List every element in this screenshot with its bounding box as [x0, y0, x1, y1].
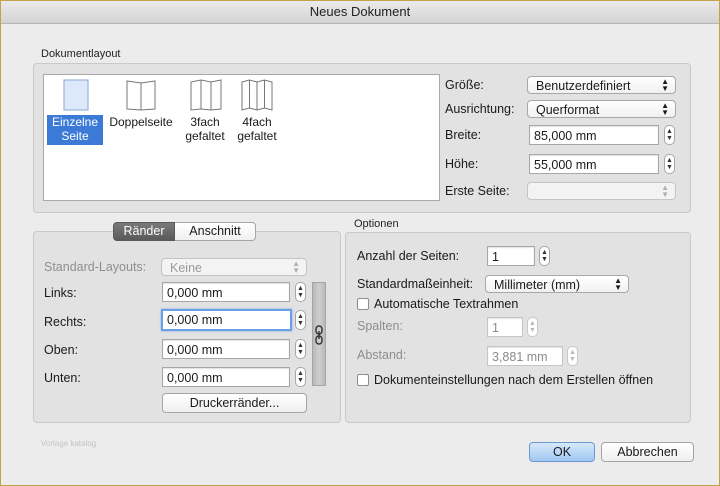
- tab-margins[interactable]: Ränder: [113, 222, 175, 241]
- chain-link-icon: [314, 325, 324, 348]
- unit-select-value: Millimeter (mm): [494, 278, 581, 292]
- columns-input[interactable]: 1: [487, 317, 523, 337]
- size-select[interactable]: Benutzerdefiniert ▲ ▼: [527, 76, 676, 94]
- updown-arrows-icon: ▲ ▼: [292, 259, 300, 275]
- right-margin-stepper[interactable]: ▲ ▼: [295, 310, 306, 330]
- page-count-label: Anzahl der Seiten:: [357, 249, 460, 263]
- page-count-stepper[interactable]: ▲ ▼: [539, 246, 550, 266]
- updown-arrows-icon: ▲ ▼: [614, 276, 622, 292]
- right-margin-label: Rechts:: [44, 315, 87, 329]
- layout-label-line2: Seite: [61, 129, 89, 143]
- layout-item-double-page[interactable]: Doppelseite: [106, 79, 176, 145]
- window-title: Neues Dokument: [1, 1, 719, 24]
- spacing-label: Abstand:: [357, 348, 407, 362]
- bottom-margin-input[interactable]: 0,000 mm: [162, 367, 290, 387]
- spacing-stepper[interactable]: ▲ ▼: [567, 346, 578, 366]
- dialog-window: Neues Dokument Dokumentlayout Einzelne S…: [0, 0, 720, 486]
- layout-label-line2: gefaltet: [237, 129, 277, 143]
- layout-label-line1: Einzelne: [51, 115, 99, 129]
- layout-label-line1: 3fach: [190, 115, 220, 129]
- top-margin-label: Oben:: [44, 343, 79, 357]
- ok-button[interactable]: OK: [529, 442, 595, 462]
- document-layout-group-label: Dokumentlayout: [41, 48, 121, 60]
- orientation-label: Ausrichtung:: [445, 102, 515, 116]
- columns-label: Spalten:: [357, 319, 403, 333]
- left-margin-input[interactable]: 0,000 mm: [162, 282, 290, 302]
- spacing-input[interactable]: 3,881 mm: [487, 346, 563, 366]
- updown-arrows-icon: ▲ ▼: [661, 183, 669, 199]
- columns-stepper[interactable]: ▲ ▼: [527, 317, 538, 337]
- options-group-label: Optionen: [354, 218, 399, 230]
- bottom-margin-stepper[interactable]: ▲ ▼: [295, 367, 306, 387]
- height-label: Höhe:: [445, 157, 479, 171]
- standard-layouts-value: Keine: [170, 261, 202, 275]
- open-settings-label: Dokumenteinstellungen nach dem Erstellen…: [374, 373, 654, 387]
- standard-layouts-label: Standard-Layouts:: [44, 260, 147, 274]
- trifold-icon: [190, 79, 222, 114]
- unit-select[interactable]: Millimeter (mm) ▲ ▼: [485, 275, 629, 293]
- single-page-icon: [63, 79, 89, 114]
- auto-text-frames-checkbox[interactable]: [357, 298, 369, 310]
- size-label: Größe:: [445, 78, 484, 92]
- top-margin-input[interactable]: 0,000 mm: [162, 339, 290, 359]
- width-input[interactable]: 85,000 mm: [529, 125, 659, 145]
- first-page-label: Erste Seite:: [445, 184, 510, 198]
- printer-margins-button[interactable]: Druckerränder...: [162, 393, 307, 413]
- layout-label-line1: 4fach: [242, 115, 272, 129]
- page-count-input[interactable]: 1: [487, 246, 535, 266]
- layout-label-line1: Doppelseite: [109, 115, 173, 129]
- size-select-value: Benutzerdefiniert: [536, 79, 631, 93]
- first-page-select[interactable]: ▲ ▼: [527, 182, 676, 200]
- right-margin-input[interactable]: 0,000 mm: [161, 309, 292, 331]
- orientation-select-value: Querformat: [536, 103, 600, 117]
- updown-arrows-icon: ▲ ▼: [661, 77, 669, 93]
- fourfold-icon: [241, 79, 273, 114]
- standard-layouts-select[interactable]: Keine ▲ ▼: [161, 258, 307, 276]
- left-margin-label: Links:: [44, 286, 77, 300]
- auto-text-frames-label: Automatische Textrahmen: [374, 297, 519, 311]
- left-margin-stepper[interactable]: ▲ ▼: [295, 282, 306, 302]
- open-settings-checkbox[interactable]: [357, 374, 369, 386]
- tab-bleed[interactable]: Anschnitt: [175, 222, 256, 241]
- cancel-button[interactable]: Abbrechen: [601, 442, 694, 462]
- orientation-select[interactable]: Querformat ▲ ▼: [527, 100, 676, 118]
- width-stepper[interactable]: ▲ ▼: [664, 125, 675, 145]
- watermark-text: Vorlage katalog: [41, 439, 97, 448]
- height-input[interactable]: 55,000 mm: [529, 154, 659, 174]
- link-margins-toggle[interactable]: [312, 282, 326, 386]
- layout-label-line2: gefaltet: [185, 129, 225, 143]
- height-stepper[interactable]: ▲ ▼: [664, 154, 675, 174]
- layout-list: Einzelne Seite Doppelseite 3fach gefalte…: [43, 74, 440, 201]
- layout-item-single-page[interactable]: Einzelne Seite: [47, 79, 103, 145]
- double-page-icon: [126, 79, 156, 114]
- layout-item-fourfold[interactable]: 4fach gefaltet: [230, 79, 284, 145]
- width-label: Breite:: [445, 128, 482, 142]
- top-margin-stepper[interactable]: ▲ ▼: [295, 339, 306, 359]
- bottom-margin-label: Unten:: [44, 371, 81, 385]
- updown-arrows-icon: ▲ ▼: [661, 101, 669, 117]
- layout-item-trifold[interactable]: 3fach gefaltet: [178, 79, 232, 145]
- unit-label: Standardmaßeinheit:: [357, 277, 474, 291]
